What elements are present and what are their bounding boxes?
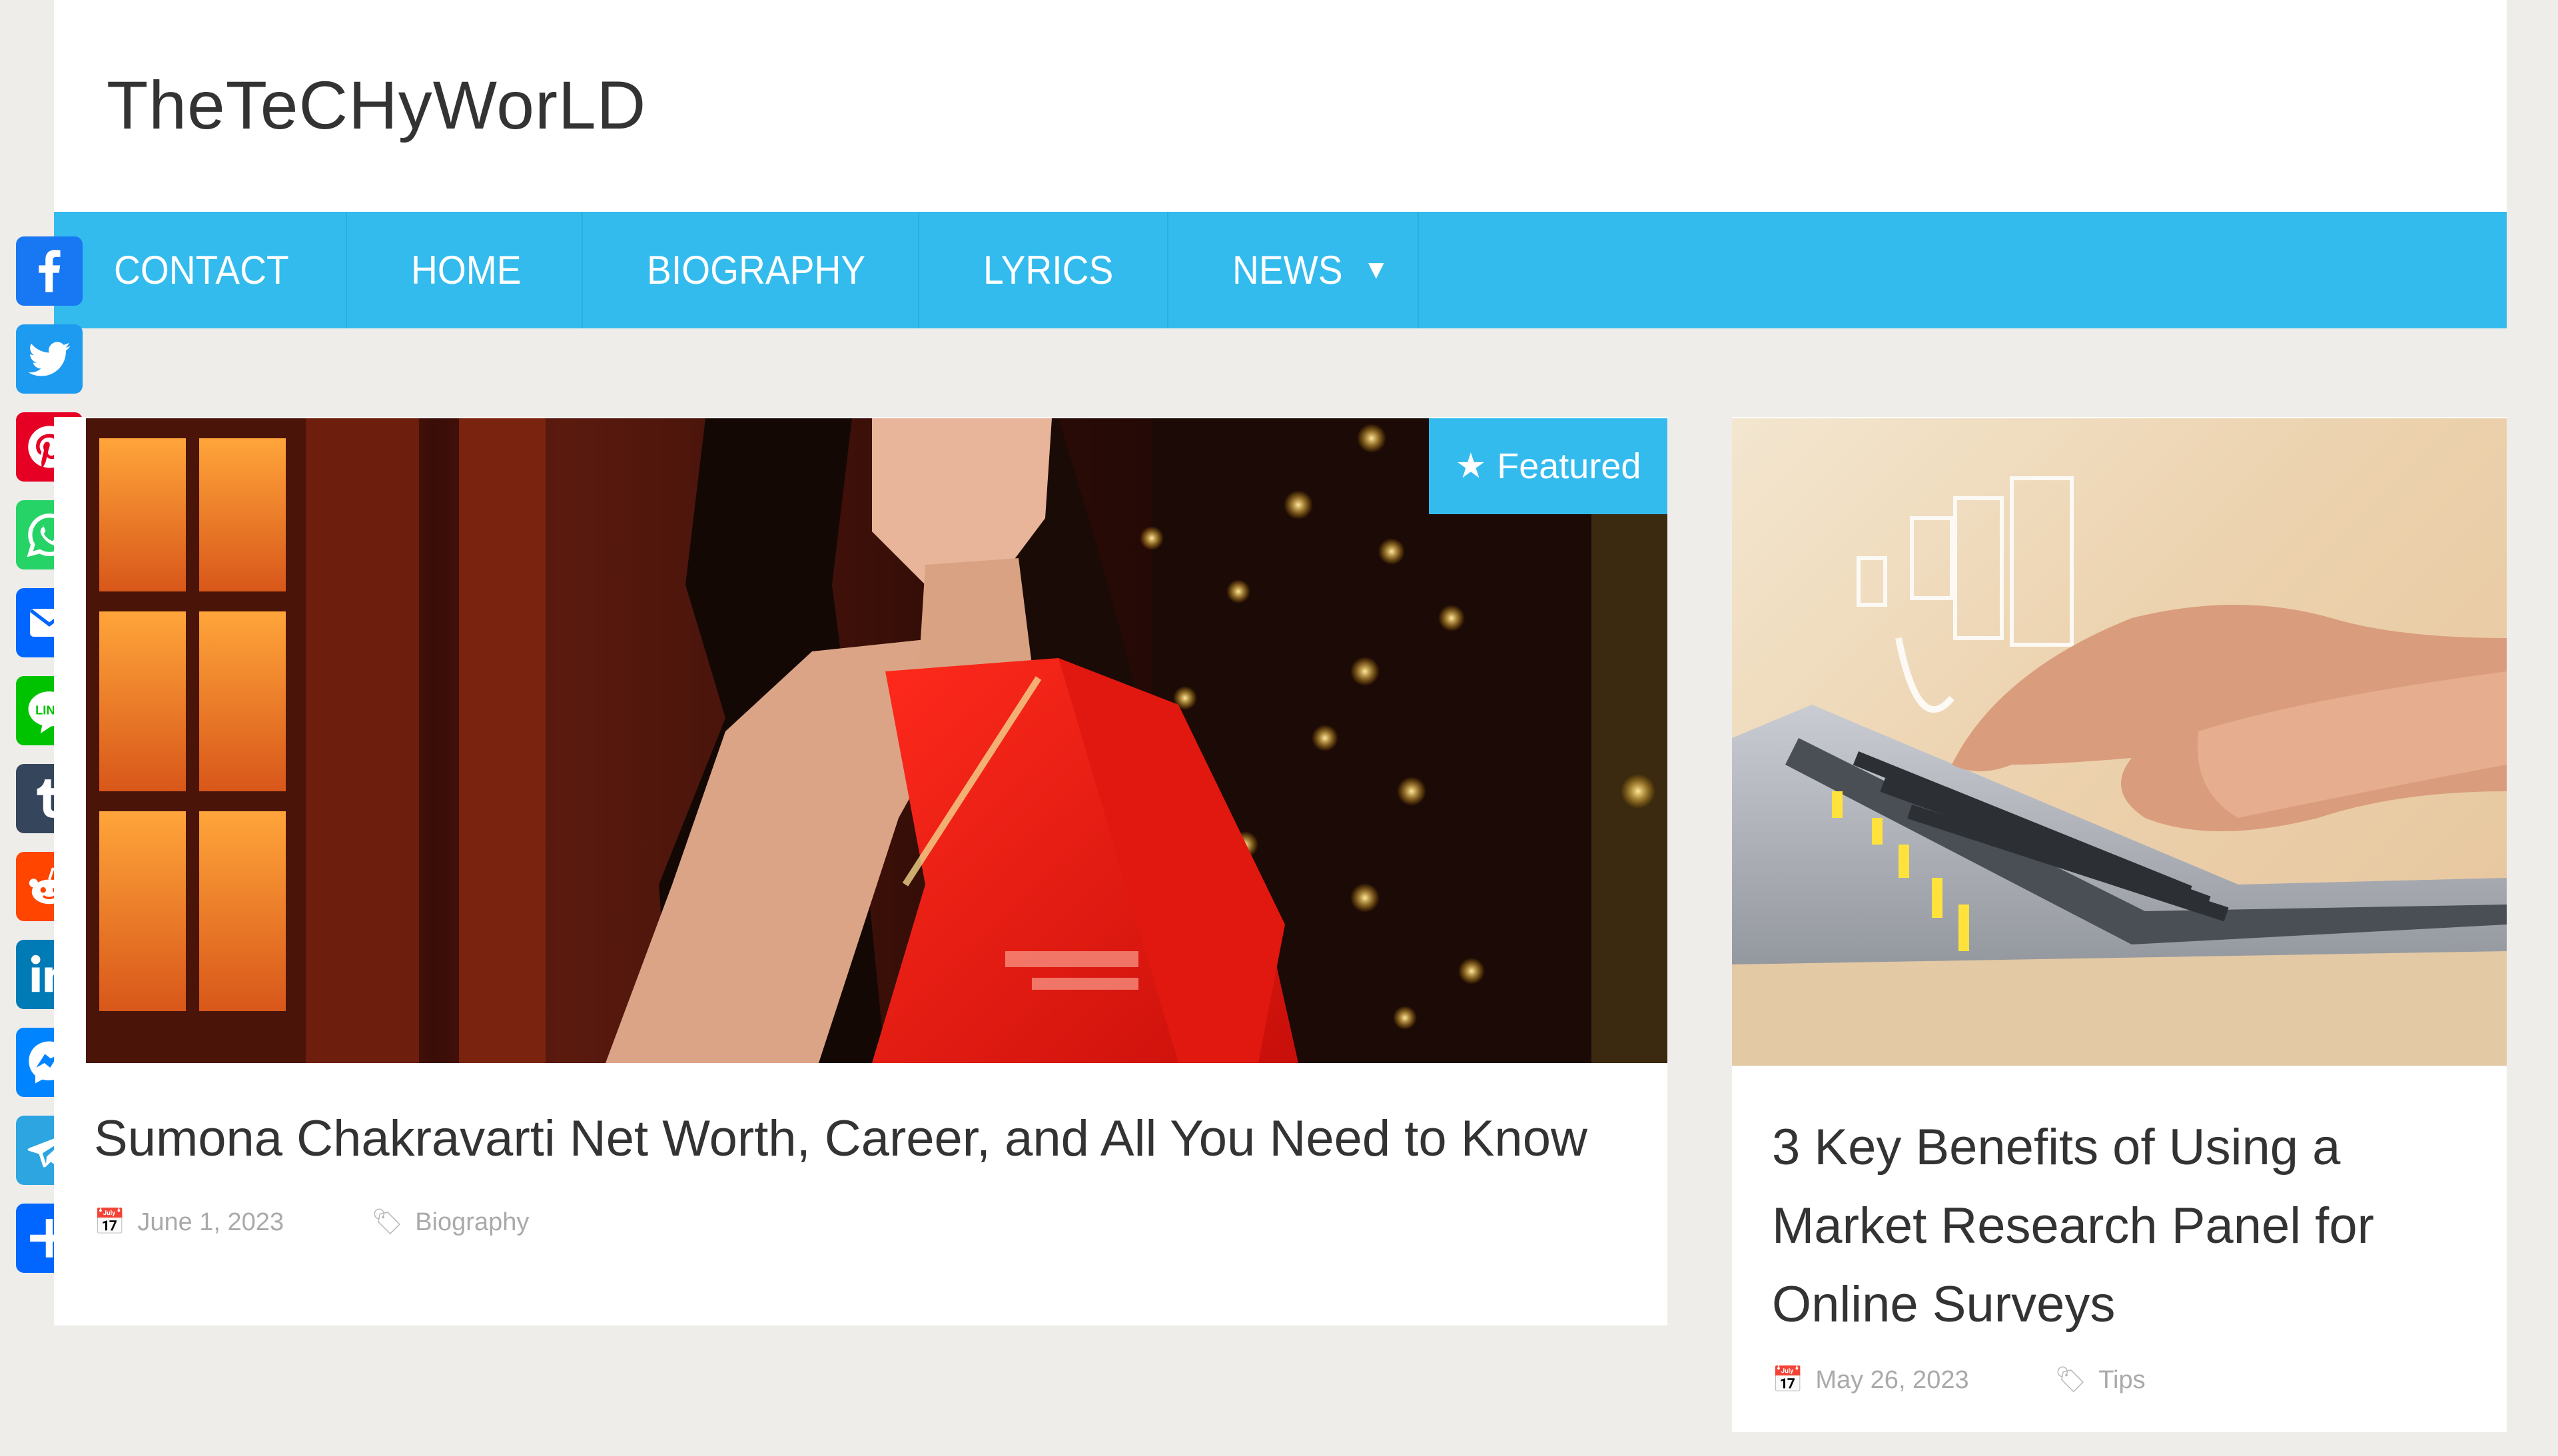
side-post-card: 3 Key Benefits of Using a Market Researc… xyxy=(1732,417,2507,1432)
featured-post-image[interactable]: ★ Featured xyxy=(86,418,1667,1063)
main-nav: CONTACT HOME BIOGRAPHY LYRICS NEWS ▼ xyxy=(54,212,2507,328)
calendar-icon: 📅 xyxy=(1772,1366,1804,1394)
nav-item-biography[interactable]: BIOGRAPHY xyxy=(583,212,919,328)
side-post-title[interactable]: 3 Key Benefits of Using a Market Researc… xyxy=(1772,1108,2478,1344)
featured-badge-label: Featured xyxy=(1497,446,1641,486)
side-post-date: 📅 May 26, 2023 xyxy=(1772,1365,1969,1395)
featured-post-title[interactable]: Sumona Chakravarti Net Worth, Career, an… xyxy=(94,1110,1587,1168)
facebook-icon xyxy=(39,250,61,292)
side-post-photo xyxy=(1732,476,2507,1066)
tag-icon: 🏷 xyxy=(371,1208,404,1236)
twitter-share-button[interactable] xyxy=(16,324,83,394)
calendar-icon: 📅 xyxy=(94,1208,126,1236)
featured-post-card: ★ Featured Sumona Chakravarti Net Worth,… xyxy=(54,417,1667,1325)
star-icon: ★ xyxy=(1455,447,1487,486)
twitter-icon xyxy=(28,342,71,376)
nav-item-home[interactable]: HOME xyxy=(347,212,583,328)
featured-badge[interactable]: ★ Featured xyxy=(1429,418,1667,514)
nav-item-lyrics[interactable]: LYRICS xyxy=(919,212,1168,328)
chevron-down-icon: ▼ xyxy=(1363,255,1390,284)
site-header: TheTeCHyWorLD xyxy=(54,0,2507,212)
side-post-category[interactable]: 🏷 Tips xyxy=(2054,1365,2146,1395)
site-title[interactable]: TheTeCHyWorLD xyxy=(107,67,646,145)
nav-item-news[interactable]: NEWS ▼ xyxy=(1168,212,1419,328)
featured-post-date: 📅 June 1, 2023 xyxy=(94,1208,284,1237)
nav-item-contact[interactable]: CONTACT xyxy=(54,212,347,328)
featured-post-category[interactable]: 🏷 Biography xyxy=(371,1208,529,1237)
side-post-image[interactable] xyxy=(1732,418,2507,1066)
featured-post-photo xyxy=(86,418,1667,1063)
tag-icon: 🏷 xyxy=(2054,1366,2087,1394)
facebook-share-button[interactable] xyxy=(16,236,83,306)
